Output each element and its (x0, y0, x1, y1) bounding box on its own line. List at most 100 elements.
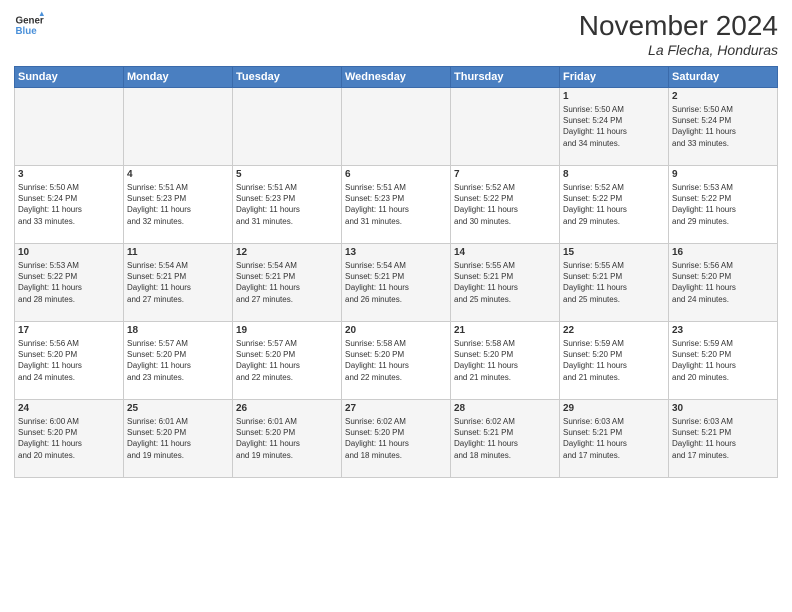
day-info: Sunrise: 5:57 AM Sunset: 5:20 PM Dayligh… (127, 338, 229, 383)
day-info: Sunrise: 5:51 AM Sunset: 5:23 PM Dayligh… (236, 182, 338, 227)
logo-icon: General Blue (14, 10, 44, 40)
calendar-day: 26Sunrise: 6:01 AM Sunset: 5:20 PM Dayli… (233, 400, 342, 478)
day-number: 10 (18, 247, 120, 258)
calendar-day: 5 Sunrise: 5:51 AM Sunset: 5:23 PM Daylig… (233, 166, 342, 244)
day-number: 23 (672, 325, 774, 336)
location: La Flecha, Honduras (579, 42, 778, 58)
day-info: Sunrise: 5:58 AM Sunset: 5:20 PM Dayligh… (345, 338, 447, 383)
calendar-day (233, 88, 342, 166)
calendar-day: 23 Sunrise: 5:59 AM Sunset: 5:20 PM Dayli… (669, 322, 778, 400)
calendar-table: Sunday Monday Tuesday Wednesday Thursday… (14, 66, 778, 478)
day-number: 19 (236, 325, 338, 336)
calendar-day (342, 88, 451, 166)
logo: General Blue (14, 10, 44, 40)
title-block: November 2024 La Flecha, Honduras (579, 10, 778, 58)
calendar-day: 9 Sunrise: 5:53 AM Sunset: 5:22 PM Daylig… (669, 166, 778, 244)
calendar-day: 27Sunrise: 6:02 AM Sunset: 5:20 PM Dayli… (342, 400, 451, 478)
calendar-day: 4Sunrise: 5:51 AM Sunset: 5:23 PM Daylig… (124, 166, 233, 244)
day-number: 13 (345, 247, 447, 258)
calendar-week-5: 24 Sunrise: 6:00 AM Sunset: 5:20 PM Dayli… (15, 400, 778, 478)
day-number: 21 (454, 325, 556, 336)
calendar-day: 22 Sunrise: 5:59 AM Sunset: 5:20 PM Dayli… (560, 322, 669, 400)
header-sunday: Sunday (15, 67, 124, 88)
day-number: 22 (563, 325, 665, 336)
calendar-day: 21 Sunrise: 5:58 AM Sunset: 5:20 PM Dayli… (451, 322, 560, 400)
calendar-day: 10 Sunrise: 5:53 AM Sunset: 5:22 PM Dayli… (15, 244, 124, 322)
header-saturday: Saturday (669, 67, 778, 88)
day-info: Sunrise: 5:54 AM Sunset: 5:21 PM Dayligh… (236, 260, 338, 305)
day-number: 29 (563, 403, 665, 414)
day-info: Sunrise: 5:55 AM Sunset: 5:21 PM Dayligh… (454, 260, 556, 305)
day-number: 12 (236, 247, 338, 258)
calendar-day: 20 Sunrise: 5:58 AM Sunset: 5:20 PM Dayli… (342, 322, 451, 400)
day-info: Sunrise: 5:50 AM Sunset: 5:24 PM Dayligh… (672, 104, 774, 149)
day-info: Sunrise: 5:59 AM Sunset: 5:20 PM Dayligh… (563, 338, 665, 383)
calendar-day (15, 88, 124, 166)
weekday-header-row: Sunday Monday Tuesday Wednesday Thursday… (15, 67, 778, 88)
header-tuesday: Tuesday (233, 67, 342, 88)
day-number: 3 (18, 169, 120, 180)
day-number: 14 (454, 247, 556, 258)
day-number: 2 (672, 91, 774, 102)
header-monday: Monday (124, 67, 233, 88)
calendar-day: 16Sunrise: 5:56 AM Sunset: 5:20 PM Dayli… (669, 244, 778, 322)
day-info: Sunrise: 5:51 AM Sunset: 5:23 PM Dayligh… (345, 182, 447, 227)
day-info: Sunrise: 5:52 AM Sunset: 5:22 PM Dayligh… (563, 182, 665, 227)
calendar-day: 24 Sunrise: 6:00 AM Sunset: 5:20 PM Dayli… (15, 400, 124, 478)
month-title: November 2024 (579, 10, 778, 42)
day-info: Sunrise: 5:50 AM Sunset: 5:24 PM Dayligh… (563, 104, 665, 149)
day-number: 24 (18, 403, 120, 414)
calendar-day: 6 Sunrise: 5:51 AM Sunset: 5:23 PM Daylig… (342, 166, 451, 244)
day-info: Sunrise: 5:56 AM Sunset: 5:20 PM Dayligh… (672, 260, 774, 305)
calendar-day: 28Sunrise: 6:02 AM Sunset: 5:21 PM Dayli… (451, 400, 560, 478)
day-info: Sunrise: 5:54 AM Sunset: 5:21 PM Dayligh… (127, 260, 229, 305)
day-number: 6 (345, 169, 447, 180)
day-info: Sunrise: 5:55 AM Sunset: 5:21 PM Dayligh… (563, 260, 665, 305)
calendar-day: 25Sunrise: 6:01 AM Sunset: 5:20 PM Dayli… (124, 400, 233, 478)
day-info: Sunrise: 6:02 AM Sunset: 5:20 PM Dayligh… (345, 416, 447, 461)
calendar-day: 7 Sunrise: 5:52 AM Sunset: 5:22 PM Daylig… (451, 166, 560, 244)
day-number: 28 (454, 403, 556, 414)
calendar-day: 11 Sunrise: 5:54 AM Sunset: 5:21 PM Dayli… (124, 244, 233, 322)
calendar-day: 29 Sunrise: 6:03 AM Sunset: 5:21 PM Dayli… (560, 400, 669, 478)
day-info: Sunrise: 5:57 AM Sunset: 5:20 PM Dayligh… (236, 338, 338, 383)
svg-text:General: General (16, 16, 45, 27)
day-info: Sunrise: 6:01 AM Sunset: 5:20 PM Dayligh… (127, 416, 229, 461)
calendar-day: 17Sunrise: 5:56 AM Sunset: 5:20 PM Dayli… (15, 322, 124, 400)
day-number: 9 (672, 169, 774, 180)
day-info: Sunrise: 5:50 AM Sunset: 5:24 PM Dayligh… (18, 182, 120, 227)
calendar-day: 12 Sunrise: 5:54 AM Sunset: 5:21 PM Dayli… (233, 244, 342, 322)
day-info: Sunrise: 5:58 AM Sunset: 5:20 PM Dayligh… (454, 338, 556, 383)
calendar-day: 18Sunrise: 5:57 AM Sunset: 5:20 PM Dayli… (124, 322, 233, 400)
calendar-day: 30Sunrise: 6:03 AM Sunset: 5:21 PM Dayli… (669, 400, 778, 478)
calendar-day: 8Sunrise: 5:52 AM Sunset: 5:22 PM Daylig… (560, 166, 669, 244)
day-number: 7 (454, 169, 556, 180)
day-info: Sunrise: 6:03 AM Sunset: 5:21 PM Dayligh… (563, 416, 665, 461)
day-info: Sunrise: 5:59 AM Sunset: 5:20 PM Dayligh… (672, 338, 774, 383)
day-number: 11 (127, 247, 229, 258)
day-number: 20 (345, 325, 447, 336)
day-number: 15 (563, 247, 665, 258)
calendar-week-4: 17Sunrise: 5:56 AM Sunset: 5:20 PM Dayli… (15, 322, 778, 400)
calendar-day (124, 88, 233, 166)
svg-text:Blue: Blue (16, 26, 38, 37)
calendar-day: 13Sunrise: 5:54 AM Sunset: 5:21 PM Dayli… (342, 244, 451, 322)
calendar-week-1: 1Sunrise: 5:50 AM Sunset: 5:24 PM Daylig… (15, 88, 778, 166)
day-info: Sunrise: 5:56 AM Sunset: 5:20 PM Dayligh… (18, 338, 120, 383)
header-thursday: Thursday (451, 67, 560, 88)
calendar-day: 1Sunrise: 5:50 AM Sunset: 5:24 PM Daylig… (560, 88, 669, 166)
header-friday: Friday (560, 67, 669, 88)
day-info: Sunrise: 6:01 AM Sunset: 5:20 PM Dayligh… (236, 416, 338, 461)
calendar-day (451, 88, 560, 166)
page: General Blue November 2024 La Flecha, Ho… (0, 0, 792, 612)
day-number: 5 (236, 169, 338, 180)
calendar-week-2: 3 Sunrise: 5:50 AM Sunset: 5:24 PM Daylig… (15, 166, 778, 244)
day-info: Sunrise: 5:52 AM Sunset: 5:22 PM Dayligh… (454, 182, 556, 227)
day-info: Sunrise: 6:03 AM Sunset: 5:21 PM Dayligh… (672, 416, 774, 461)
calendar-day: 2 Sunrise: 5:50 AM Sunset: 5:24 PM Daylig… (669, 88, 778, 166)
calendar-week-3: 10 Sunrise: 5:53 AM Sunset: 5:22 PM Dayli… (15, 244, 778, 322)
day-info: Sunrise: 5:53 AM Sunset: 5:22 PM Dayligh… (672, 182, 774, 227)
day-info: Sunrise: 6:00 AM Sunset: 5:20 PM Dayligh… (18, 416, 120, 461)
day-info: Sunrise: 5:53 AM Sunset: 5:22 PM Dayligh… (18, 260, 120, 305)
calendar-day: 15 Sunrise: 5:55 AM Sunset: 5:21 PM Dayli… (560, 244, 669, 322)
